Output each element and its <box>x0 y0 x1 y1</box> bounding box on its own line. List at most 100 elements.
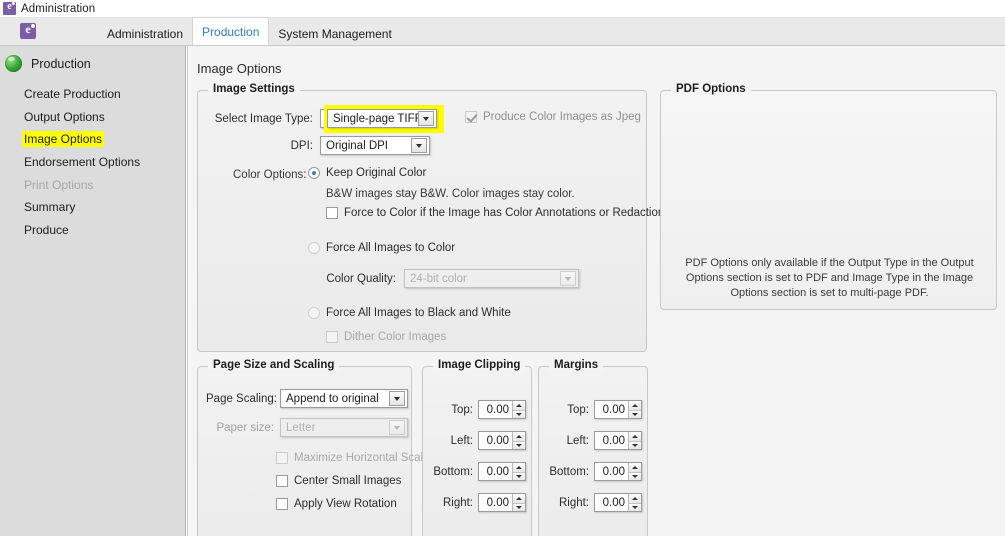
clipping-left-label: Left: <box>450 434 473 447</box>
clipping-right-stepper[interactable]: 0.00 <box>478 493 526 512</box>
maximize-horizontal-scale-checkbox <box>276 452 288 464</box>
stepper-buttons[interactable] <box>512 494 525 511</box>
stepper-down-icon[interactable] <box>513 502 525 511</box>
clipping-bottom-row: Bottom: 0.00 <box>429 462 526 481</box>
keep-original-color-label: Keep Original Color <box>326 167 427 179</box>
force-all-to-bw-row: Force All Images to Black and White <box>308 307 511 319</box>
stepper-up-icon[interactable] <box>629 432 641 441</box>
dither-color-images-label: Dither Color Images <box>344 331 447 343</box>
clipping-bottom-label: Bottom: <box>433 465 473 478</box>
force-all-to-bw-radio[interactable] <box>308 307 320 319</box>
margin-bottom-value: 0.00 <box>602 465 625 478</box>
clipping-top-label: Top: <box>451 403 473 416</box>
select-image-type-dropdown-visible[interactable]: Single-page TIFF <box>327 109 437 128</box>
dpi-value: Original DPI <box>326 139 388 152</box>
pdf-options-group-title: PDF Options <box>671 83 751 95</box>
administration-window: Administration Administration Production… <box>0 0 1005 543</box>
force-to-color-if-annotations-label: Force to Color if the Image has Color An… <box>344 207 671 219</box>
stepper-buttons[interactable] <box>628 463 641 480</box>
sidebar-item-label: Produce <box>24 222 69 237</box>
stepper-up-icon[interactable] <box>629 401 641 410</box>
clipping-bottom-value: 0.00 <box>486 465 509 478</box>
dpi-dropdown[interactable]: Original DPI <box>320 136 430 155</box>
paper-size-label: Paper size: <box>216 421 274 434</box>
margin-left-stepper[interactable]: 0.00 <box>594 431 642 450</box>
stepper-down-icon[interactable] <box>629 409 641 418</box>
clipping-left-stepper[interactable]: 0.00 <box>478 431 526 450</box>
margin-left-row: Left: 0.00 <box>545 431 642 450</box>
tab-administration[interactable]: Administration <box>98 22 192 45</box>
apply-view-rotation-label: Apply View Rotation <box>294 498 397 510</box>
produce-color-as-jpeg-checkbox[interactable] <box>465 111 477 123</box>
margin-bottom-stepper[interactable]: 0.00 <box>594 462 642 481</box>
apply-view-rotation-checkbox[interactable] <box>276 498 288 510</box>
ribbon-tabstrip: Administration Production System Managem… <box>0 17 1005 46</box>
dither-color-images-checkbox <box>326 331 338 343</box>
clipping-right-row: Right: 0.00 <box>429 493 526 512</box>
clipping-left-value: 0.00 <box>486 434 509 447</box>
sidebar-item-label: Summary <box>24 200 76 215</box>
keep-original-color-radio[interactable] <box>308 167 320 179</box>
stepper-buttons[interactable] <box>512 432 525 449</box>
stepper-down-icon[interactable] <box>629 471 641 480</box>
force-to-color-if-annotations-checkbox[interactable] <box>326 207 338 219</box>
page-size-and-scaling-group: Page Size and Scaling Page Scaling: Appe… <box>197 359 430 543</box>
sidebar-item-endorsement-options[interactable]: Endorsement Options <box>0 151 185 174</box>
pdf-options-group: PDF Options PDF Options only available i… <box>660 83 997 310</box>
clipping-left-row: Left: 0.00 <box>429 431 526 450</box>
page-size-group-title: Page Size and Scaling <box>208 359 340 371</box>
clipping-top-stepper[interactable]: 0.00 <box>478 400 526 419</box>
color-quality-row: Color Quality: 24-bit color <box>326 269 579 288</box>
chevron-down-icon <box>389 420 405 435</box>
force-all-to-color-radio[interactable] <box>308 242 320 254</box>
margin-top-row: Top: 0.00 <box>545 400 642 419</box>
stepper-buttons[interactable] <box>628 432 641 449</box>
sidebar-item-create-production[interactable]: Create Production <box>0 83 185 106</box>
stepper-down-icon[interactable] <box>513 471 525 480</box>
page-scaling-dropdown[interactable]: Append to original <box>280 389 408 408</box>
tab-production[interactable]: Production <box>192 17 270 45</box>
select-image-type-row-top: Single-page TIFF <box>327 109 442 128</box>
sidebar-item-label: Create Production <box>24 87 121 102</box>
force-all-to-color-label: Force All Images to Color <box>326 242 456 254</box>
color-quality-label: Color Quality: <box>326 272 396 285</box>
stepper-up-icon[interactable] <box>513 401 525 410</box>
margin-top-stepper[interactable]: 0.00 <box>594 400 642 419</box>
stepper-down-icon[interactable] <box>629 440 641 449</box>
stepper-buttons[interactable] <box>628 401 641 418</box>
stepper-down-icon[interactable] <box>629 502 641 511</box>
stepper-down-icon[interactable] <box>513 409 525 418</box>
stepper-down-icon[interactable] <box>513 440 525 449</box>
stepper-up-icon[interactable] <box>629 463 641 472</box>
stepper-up-icon[interactable] <box>513 463 525 472</box>
margin-right-label: Right: <box>558 496 589 509</box>
tab-system-management[interactable]: System Management <box>269 22 400 45</box>
force-all-to-bw-label: Force All Images to Black and White <box>326 307 511 319</box>
stepper-up-icon[interactable] <box>513 432 525 441</box>
stepper-up-icon[interactable] <box>513 494 525 503</box>
sidebar-header-label: Production <box>31 56 91 71</box>
margin-right-stepper[interactable]: 0.00 <box>594 493 642 512</box>
green-orb-icon <box>5 55 22 72</box>
sidebar-item-output-options[interactable]: Output Options <box>0 106 185 129</box>
stepper-buttons[interactable] <box>512 401 525 418</box>
produce-color-as-jpeg-label: Produce Color Images as Jpeg <box>483 111 641 123</box>
content-pane: Image Options Image Settings Select Imag… <box>187 46 1005 543</box>
clipping-top-value: 0.00 <box>486 403 509 416</box>
sidebar: Production Create Production Output Opti… <box>0 46 186 536</box>
stepper-up-icon[interactable] <box>629 494 641 503</box>
ribbon-app-button[interactable] <box>0 17 56 45</box>
sidebar-item-image-options[interactable]: Image Options <box>0 128 185 151</box>
margin-left-value: 0.00 <box>602 434 625 447</box>
app-e-icon <box>20 22 36 39</box>
stepper-buttons[interactable] <box>628 494 641 511</box>
select-image-type-value: Single-page TIFF <box>333 112 418 125</box>
sidebar-item-produce[interactable]: Produce <box>0 219 185 242</box>
clipping-bottom-stepper[interactable]: 0.00 <box>478 462 526 481</box>
center-small-images-checkbox[interactable] <box>276 475 288 487</box>
maximize-horizontal-scale-label: Maximize Horizontal Scale <box>294 452 430 464</box>
color-quality-dropdown: 24-bit color <box>404 269 579 288</box>
maximize-horizontal-scale-row: Maximize Horizontal Scale <box>276 452 430 464</box>
stepper-buttons[interactable] <box>512 463 525 480</box>
sidebar-item-summary[interactable]: Summary <box>0 196 185 219</box>
